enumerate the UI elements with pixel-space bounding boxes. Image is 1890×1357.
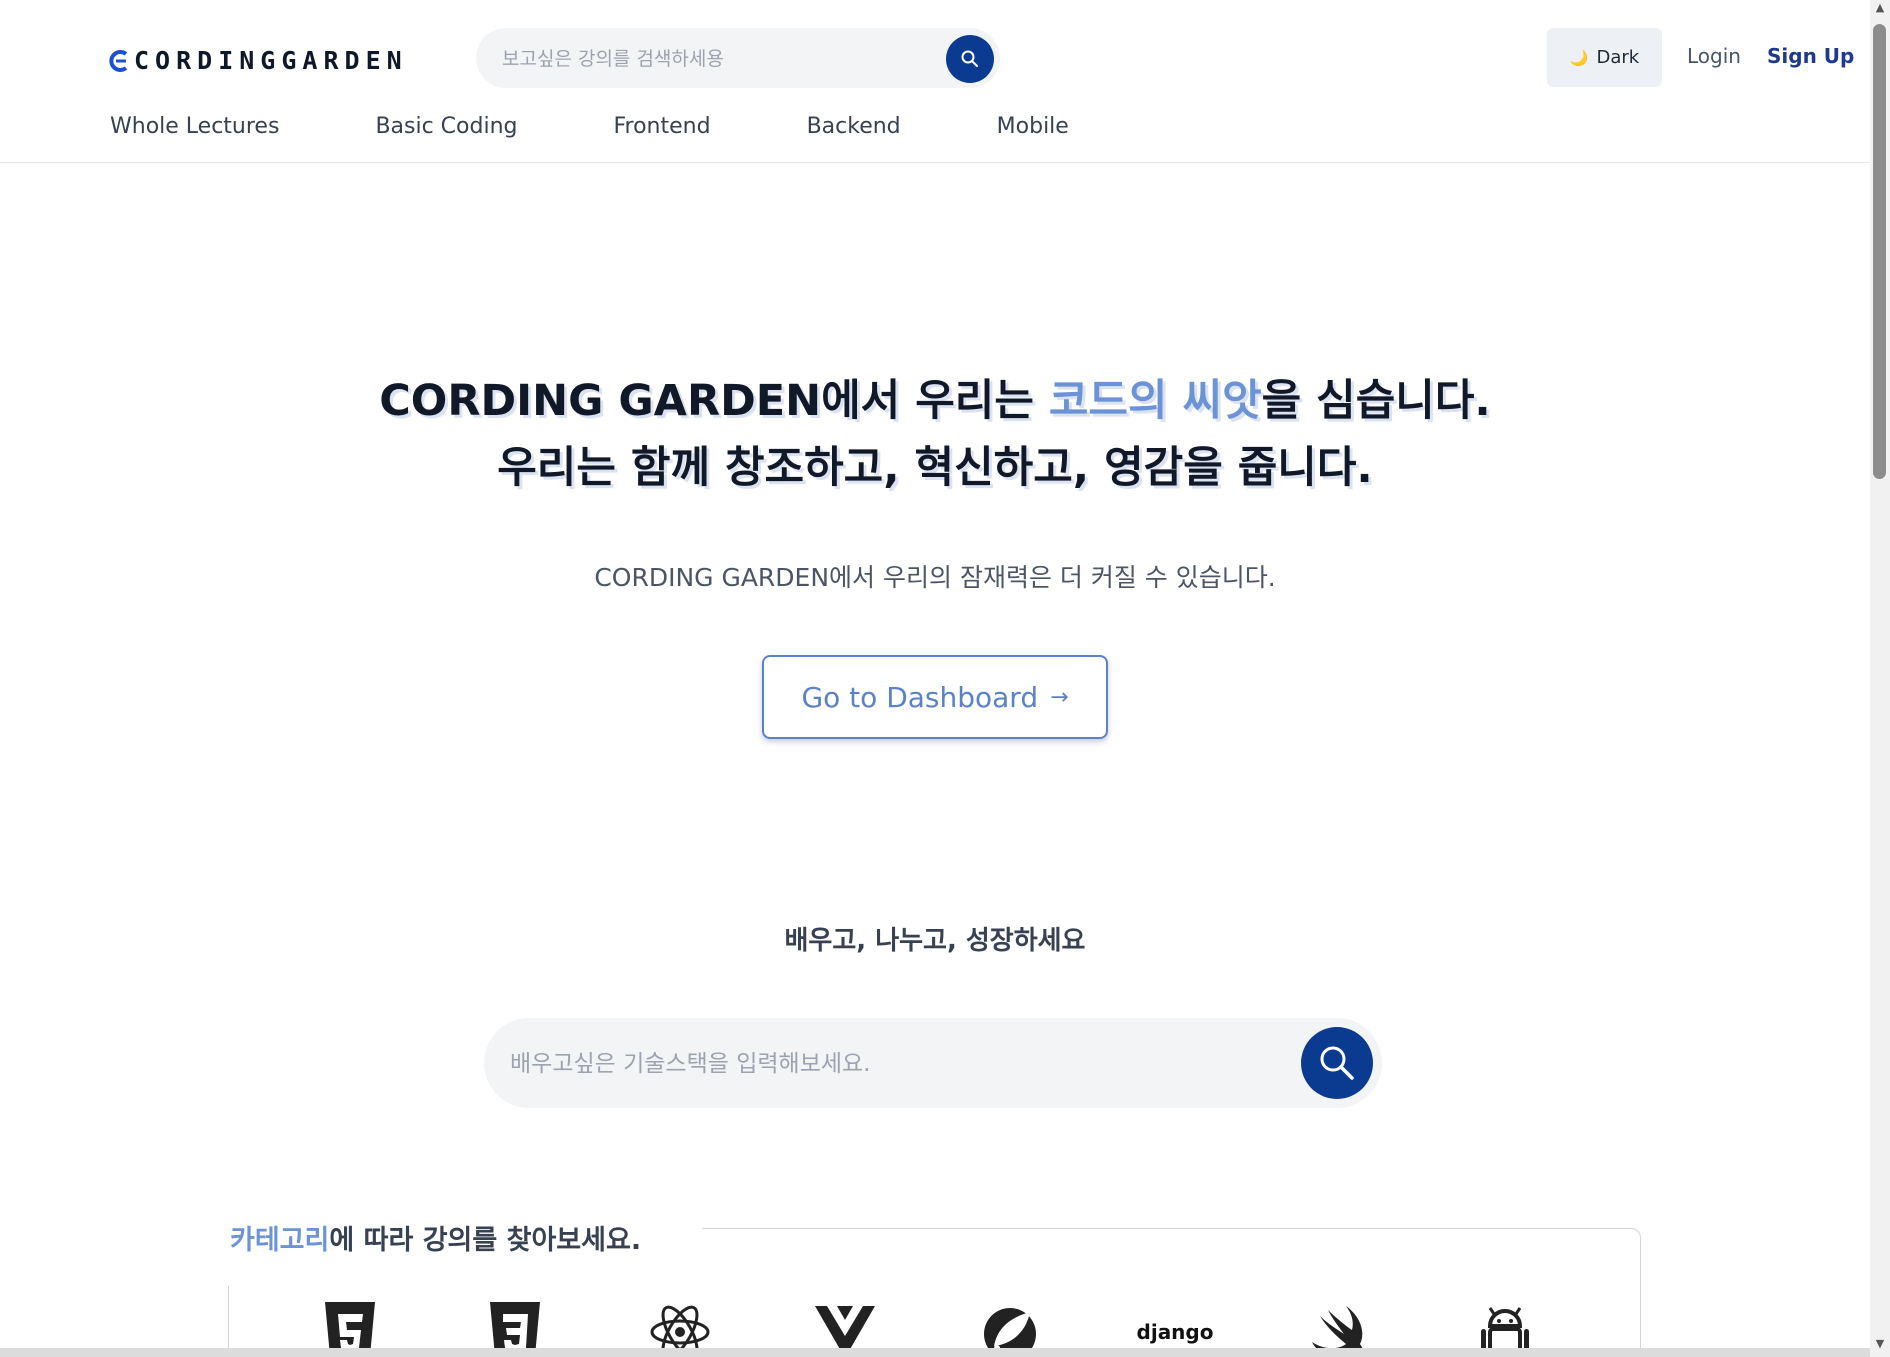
nav-frontend[interactable]: Frontend <box>613 114 710 139</box>
hero-subtitle: CORDING GARDEN에서 우리의 잠재력은 더 커질 수 있습니다. <box>594 563 1276 592</box>
nav-mobile[interactable]: Mobile <box>997 114 1069 139</box>
header-search-input[interactable] <box>500 28 904 90</box>
tech-stack-search-button[interactable] <box>1301 1027 1373 1099</box>
site-header: CORDINGGARDEN 🌙 Dark Login Sign Up Whole… <box>0 0 1870 163</box>
hero-line1-post: 을 심습니다. <box>1261 376 1491 426</box>
logo[interactable]: CORDINGGARDEN <box>108 46 408 75</box>
go-to-dashboard-label: Go to Dashboard <box>801 680 1039 714</box>
tech-stack-search-input[interactable] <box>508 1018 1272 1110</box>
dark-mode-label: Dark <box>1596 47 1640 68</box>
hero-headline-line-2: 우리는 함께 창조하고, 혁신하고, 영감을 줍니다. <box>497 443 1373 493</box>
learn-section-title: 배우고, 나누고, 성장하세요 <box>784 926 1086 956</box>
search-icon <box>961 50 978 67</box>
category-title-rest: 에 따라 강의를 찾아보세요. <box>329 1225 642 1256</box>
signup-link[interactable]: Sign Up <box>1767 44 1854 68</box>
header-search <box>476 28 1000 90</box>
arrow-right-icon: → <box>1050 684 1069 710</box>
category-title-accent: 카테고리 <box>230 1225 330 1256</box>
logo-mark-icon <box>109 49 128 72</box>
go-to-dashboard-button[interactable]: Go to Dashboard → <box>762 655 1108 739</box>
nav-backend[interactable]: Backend <box>807 114 901 139</box>
scroll-up-arrow-icon[interactable]: ▲ <box>1874 2 1886 14</box>
page: CORDINGGARDEN 🌙 Dark Login Sign Up Whole… <box>0 0 1870 1357</box>
login-link[interactable]: Login <box>1687 44 1741 68</box>
hero-line1-accent: 코드의 씨앗 <box>1048 376 1262 426</box>
dark-mode-toggle[interactable]: 🌙 Dark <box>1547 28 1662 87</box>
main-nav: Whole Lectures Basic Coding Frontend Bac… <box>110 114 1165 139</box>
logo-text: CORDINGGARDEN <box>134 46 408 75</box>
django-text: django <box>1136 1320 1214 1344</box>
hero-line1-pre: CORDING GARDEN에서 우리는 <box>379 376 1049 426</box>
header-search-button[interactable] <box>946 35 994 83</box>
search-icon <box>1320 1046 1354 1080</box>
category-title: 카테고리에 따라 강의를 찾아보세요. <box>230 1218 660 1257</box>
scrollbar-thumb[interactable] <box>1873 24 1886 479</box>
scroll-down-arrow-icon[interactable]: ▼ <box>1874 1338 1886 1350</box>
horizontal-scrollbar[interactable] <box>0 1348 1870 1357</box>
nav-basic-coding[interactable]: Basic Coding <box>375 114 517 139</box>
moon-icon: 🌙 <box>1569 48 1589 67</box>
tech-stack-search <box>484 1018 1382 1110</box>
hero-headline-line-1: CORDING GARDEN에서 우리는 코드의 씨앗을 심습니다. <box>0 366 1870 428</box>
nav-whole-lectures[interactable]: Whole Lectures <box>110 114 279 139</box>
